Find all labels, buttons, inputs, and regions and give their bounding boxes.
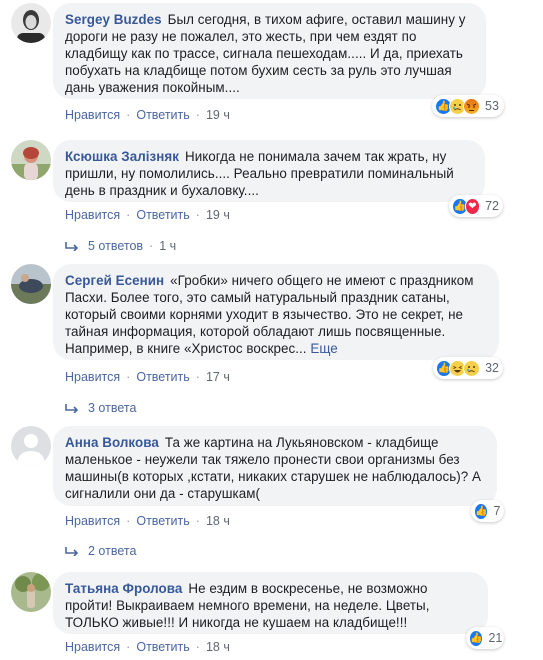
separator-dot: ·	[126, 108, 131, 122]
comment-actions: Нравится · Ответить · 19 ч	[65, 208, 230, 222]
comment-actions: Нравится · Ответить · 18 ч	[65, 514, 230, 528]
like-button[interactable]: Нравится	[65, 640, 120, 654]
comment-timestamp[interactable]: 17 ч	[206, 370, 230, 384]
reaction-count: 72	[485, 199, 499, 213]
avatar[interactable]	[11, 572, 51, 612]
separator-dot: ·	[195, 370, 200, 384]
separator-dot: ·	[195, 514, 200, 528]
reaction-count: 53	[485, 99, 499, 113]
comment-bubble: Сергей Есенин «Гробки» ничего общего не и…	[53, 264, 499, 360]
reaction-summary[interactable]: 👍 53	[432, 95, 504, 117]
separator-dot: ·	[126, 208, 131, 222]
separator-dot: ·	[149, 239, 154, 253]
like-icon: 👍	[469, 629, 484, 647]
comment-author[interactable]: Татьяна Фролова	[65, 581, 182, 596]
sad-icon	[463, 359, 481, 377]
reply-button[interactable]: Ответить	[136, 514, 189, 528]
avatar[interactable]	[11, 264, 51, 304]
avatar[interactable]	[11, 140, 51, 180]
comment-bubble: Ксюшка Залізняк Никогда не понимала зачем…	[53, 140, 485, 202]
see-more-link[interactable]: Еще	[310, 341, 337, 356]
reply-button[interactable]: Ответить	[136, 208, 189, 222]
reaction-count: 7	[493, 504, 501, 518]
like-button[interactable]: Нравится	[65, 108, 120, 122]
reply-arrow-icon	[65, 404, 79, 413]
comment-author[interactable]: Sergey Buzdes	[65, 12, 162, 27]
separator-dot: ·	[126, 514, 131, 528]
replies-timestamp: 1 ч	[159, 239, 177, 253]
separator-dot: ·	[195, 108, 200, 122]
angry-icon	[463, 97, 480, 115]
replies-count[interactable]: 3 ответа	[88, 401, 136, 415]
comment-bubble: Sergey Buzdes Был сегодня, в тихом афиге,…	[53, 3, 486, 99]
reaction-summary[interactable]: 👍 ❤ 72	[449, 195, 503, 217]
comment-timestamp[interactable]: 19 ч	[206, 108, 230, 122]
avatar[interactable]	[11, 426, 51, 466]
like-button[interactable]: Нравится	[65, 514, 120, 528]
reply-arrow-icon	[65, 547, 79, 556]
comment-timestamp[interactable]: 18 ч	[206, 514, 230, 528]
reply-button[interactable]: Ответить	[136, 108, 189, 122]
comment-bubble: Татьяна Фролова Не ездим в воскресенье, н…	[53, 572, 488, 634]
reply-arrow-icon	[65, 242, 79, 251]
separator-dot: ·	[126, 370, 131, 384]
comment-timestamp[interactable]: 18 ч	[206, 640, 230, 654]
comment-actions: Нравится · Ответить · 18 ч	[65, 640, 230, 654]
comment-author[interactable]: Сергей Есенин	[65, 273, 164, 288]
comment-bubble: Анна Волкова Та же картина на Лукьяновско…	[53, 426, 497, 506]
comment-actions: Нравится · Ответить · 19 ч	[65, 108, 230, 122]
reaction-count: 32	[485, 361, 499, 375]
comment-author[interactable]: Анна Волкова	[65, 435, 159, 450]
replies-count[interactable]: 5 ответов	[88, 239, 143, 253]
love-icon: ❤	[464, 197, 481, 215]
reply-button[interactable]: Ответить	[136, 370, 189, 384]
comment-actions: Нравится · Ответить · 17 ч	[65, 370, 230, 384]
reaction-summary[interactable]: 👍 21	[466, 627, 504, 649]
view-replies-link[interactable]: 5 ответов · 1 ч	[65, 239, 176, 253]
view-replies-link[interactable]: 3 ответа	[65, 401, 136, 415]
view-replies-link[interactable]: 2 ответа	[65, 544, 136, 558]
reaction-summary[interactable]: 👍 32	[433, 357, 503, 379]
reaction-summary[interactable]: 👍 7	[471, 500, 504, 522]
like-button[interactable]: Нравится	[65, 370, 120, 384]
replies-count[interactable]: 2 ответа	[88, 544, 136, 558]
separator-dot: ·	[195, 640, 200, 654]
comment-timestamp[interactable]: 19 ч	[206, 208, 230, 222]
reply-button[interactable]: Ответить	[136, 640, 189, 654]
avatar[interactable]	[11, 3, 51, 43]
comment-author[interactable]: Ксюшка Залізняк	[65, 149, 179, 164]
separator-dot: ·	[195, 208, 200, 222]
like-button[interactable]: Нравится	[65, 208, 120, 222]
separator-dot: ·	[126, 640, 131, 654]
reaction-count: 21	[488, 631, 503, 645]
like-icon: 👍	[474, 502, 489, 520]
